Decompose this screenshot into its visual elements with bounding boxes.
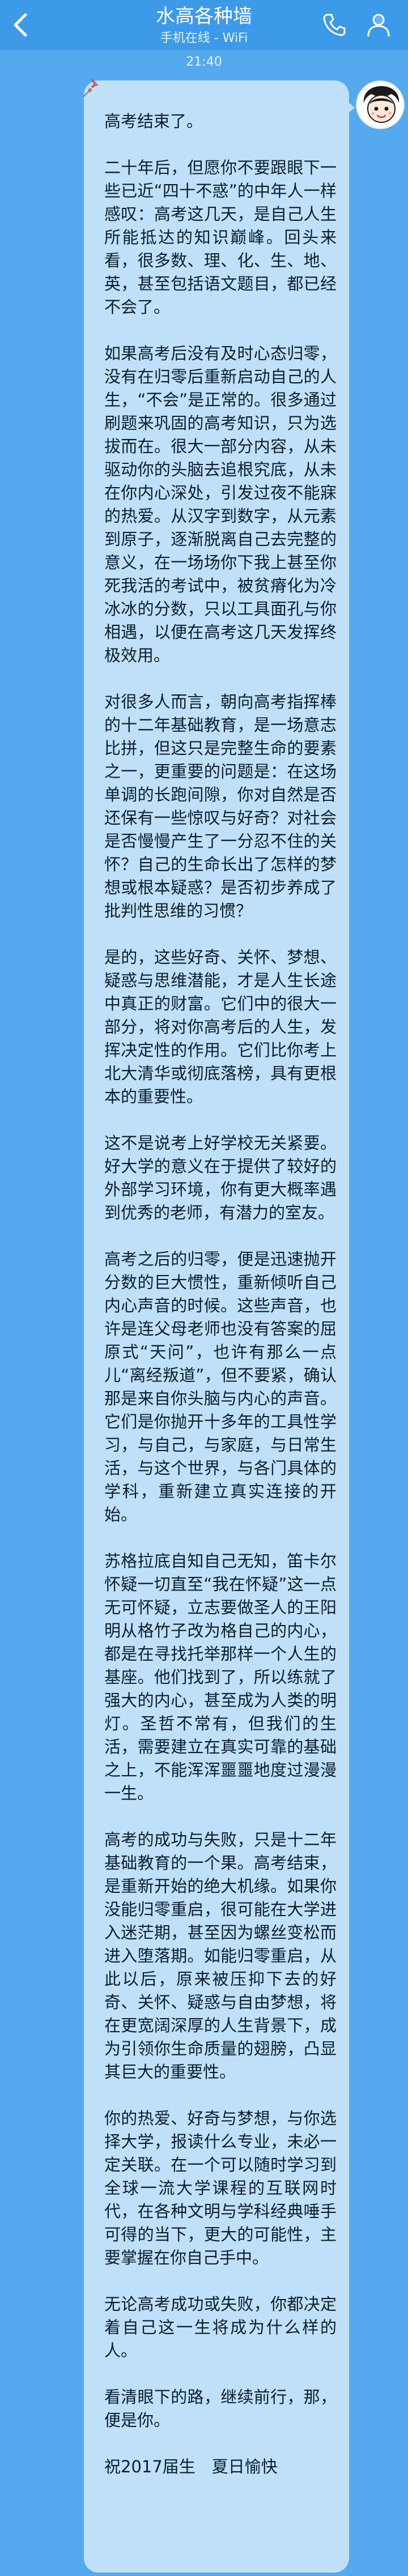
message-paragraph: 二十年后，但愿你不要跟眼下一些已近“四十不惑”的中年人一样感叹：高考这几天，是自… <box>104 158 337 317</box>
message-paragraph: 苏格拉底自知自己无知，笛卡尔怀疑一切直至“我在怀疑”这一点无可怀疑，立志要做圣人… <box>104 1551 337 1803</box>
call-button[interactable] <box>317 8 351 42</box>
phone-icon <box>323 14 346 36</box>
chat-subtitle: 手机在线 - WiFi <box>160 31 248 45</box>
message-timestamp: 21:40 <box>186 55 222 69</box>
message-paragraph: 高考之后的归零，便是迅速抛开分数的巨大惯性，重新倾听自己内心声音的时候。这些声音… <box>104 1249 337 1524</box>
message-paragraph: 无论高考成功或失败，你都决定着自己这一生将成为什么样的人。 <box>104 2294 337 2360</box>
message-paragraph: 高考结束了。 <box>104 112 203 131</box>
message-paragraph: 你的热爱、好奇与梦想，与你选择大学，报读什么专业，未必一定关联。在一个可以随时学… <box>104 2109 337 2267</box>
avatar[interactable] <box>356 80 405 129</box>
message-paragraph: 看清眼下的路，继续前行，那，便是你。 <box>104 2387 337 2430</box>
message-paragraph: 这不是说考上好学校无关紧要。好大学的意义在于提供了较好的外部学习环境，你有更大概… <box>104 1133 337 1222</box>
chat-header: 水高各种墙 手机在线 - WiFi <box>0 0 408 50</box>
pin-icon <box>83 79 99 97</box>
message-paragraph: 是的，这些好奇、关怀、梦想、疑惑与思维潜能，才是人生长途中真正的财富。它们中的很… <box>104 948 337 1106</box>
bubble-tail <box>347 101 355 114</box>
person-icon <box>367 14 390 37</box>
message-paragraph: 对很多人而言，朝向高考指挥棒的十二年基础教育，是一场意志比拼，但这只是完整生命的… <box>104 692 337 920</box>
message-paragraph: 如果高考后没有及时心态归零，没有在归零后重新启动自己的人生，“不会”是正常的。很… <box>104 344 337 665</box>
message-bubble[interactable]: 高考结束了。 二十年后，但愿你不要跟眼下一些已近“四十不惑”的中年人一样感叹：高… <box>84 80 349 2573</box>
chat-title-block: 水高各种墙 手机在线 - WiFi <box>91 2 317 46</box>
back-button[interactable] <box>5 9 36 41</box>
cartoon-face-icon <box>357 82 403 128</box>
message-paragraph: 高考的成功与失败，只是十二年基础教育的一个果。高考结束，是重新开始的绝大机缘。如… <box>104 1830 337 2082</box>
chevron-left-icon <box>14 13 27 37</box>
chat-title: 水高各种墙 <box>156 5 252 28</box>
profile-button[interactable] <box>360 8 397 42</box>
message-signature: 祝2017届生 夏日愉快 <box>104 2457 278 2476</box>
